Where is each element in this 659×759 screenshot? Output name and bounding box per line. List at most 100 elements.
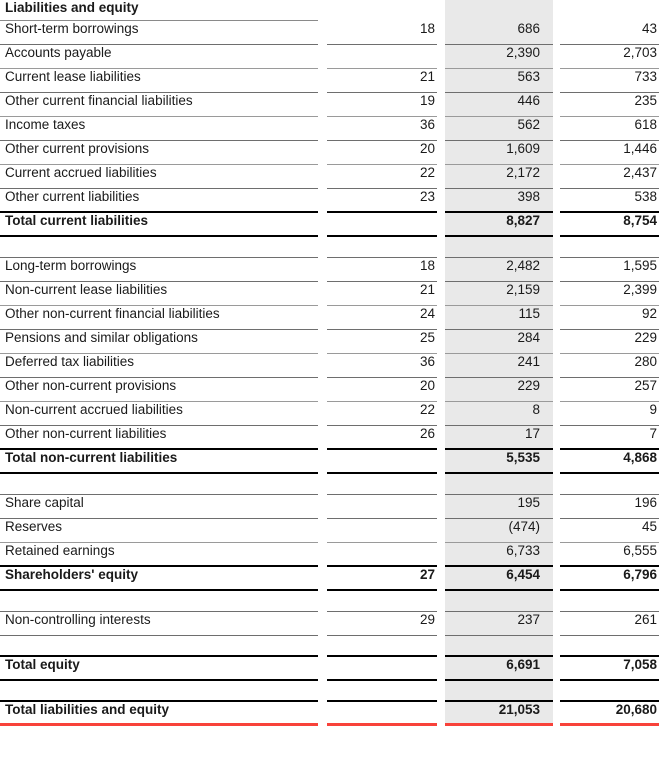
spacer-row-note <box>327 237 437 258</box>
spacer-row-previous-value <box>560 474 659 495</box>
total-row-note: 27 <box>327 567 437 591</box>
column-gap <box>318 495 327 519</box>
column-gap <box>318 282 327 306</box>
table-row-label: Other non-current provisions <box>0 378 318 402</box>
table-row-previous-value: 1,595 <box>560 258 659 282</box>
column-gap <box>437 69 445 93</box>
column-gap <box>318 237 327 258</box>
table-row-current-value-cell: 563 <box>445 69 553 93</box>
total-row-label-cell: Total current liabilities <box>0 213 318 237</box>
column-gap <box>437 237 445 258</box>
total-row-current-value: 8,827 <box>445 213 553 237</box>
column-gap <box>553 657 560 681</box>
spacer-row-note <box>327 591 437 612</box>
table-row-label-cell: Other current liabilities <box>0 189 318 213</box>
table-row-current-value: 2,390 <box>445 45 553 69</box>
table-row-label-cell: Share capital <box>0 495 318 519</box>
table-row: Reserves (474) 45 <box>0 519 659 543</box>
table-row: Other current provisions 20 1,609 1,446 <box>0 141 659 165</box>
total-row: Total non-current liabilities 5,535 4,868 <box>0 450 659 474</box>
table-row-label: Current lease liabilities <box>0 69 318 93</box>
total-row-current-value-cell: 8,827 <box>445 213 553 237</box>
spacer-row-current-value-cell <box>445 636 553 657</box>
table-row-note-cell: 22 <box>327 165 437 189</box>
column-gap <box>318 0 327 21</box>
total-row-note <box>327 450 437 474</box>
table-row-label-cell: Retained earnings <box>0 543 318 567</box>
spacer-row <box>0 681 659 702</box>
table-row-label: Non-current accrued liabilities <box>0 402 318 426</box>
table-row-label: Other non-current financial liabilities <box>0 306 318 330</box>
table-row-label: Long-term borrowings <box>0 258 318 282</box>
table-row: Deferred tax liabilities 36 241 280 <box>0 354 659 378</box>
spacer-row-label <box>0 681 318 702</box>
spacer-row-previous-value <box>560 636 659 657</box>
total-row-current-value: 6,454 <box>445 567 553 591</box>
header-previous-cell <box>560 0 659 21</box>
table-row-label-cell: Current accrued liabilities <box>0 165 318 189</box>
table-row: Current accrued liabilities 22 2,172 2,437 <box>0 165 659 189</box>
column-gap <box>318 474 327 495</box>
table-row-note-cell: 24 <box>327 306 437 330</box>
column-gap <box>318 354 327 378</box>
table-row-note: 26 <box>327 426 437 450</box>
table-row-previous-value-cell: 538 <box>560 189 659 213</box>
spacer-row-note-cell <box>327 474 437 495</box>
column-gap <box>553 282 560 306</box>
table-row-note-cell <box>327 495 437 519</box>
table-row-previous-value: 280 <box>560 354 659 378</box>
total-equity-row-label-cell: Total equity <box>0 657 318 681</box>
column-gap <box>318 450 327 474</box>
table-row-current-value: 2,482 <box>445 258 553 282</box>
total-row-previous-value-cell: 6,796 <box>560 567 659 591</box>
total-row-label: Total non-current liabilities <box>0 450 318 474</box>
total-equity-row-current-value: 6,691 <box>445 657 553 681</box>
table-row-current-value: 284 <box>445 330 553 354</box>
table-row-previous-value-cell: 92 <box>560 306 659 330</box>
balance-sheet-liabilities-table: Liabilities and equity Short-term borrowi… <box>0 0 659 759</box>
spacer-row <box>0 237 659 258</box>
table-row-note-cell <box>327 543 437 567</box>
column-gap <box>318 426 327 450</box>
total-row-previous-value: 4,868 <box>560 450 659 474</box>
column-gap <box>437 681 445 702</box>
header-note-cell <box>327 0 437 21</box>
spacer-row-current-value-cell <box>445 681 553 702</box>
table-row-current-value: 446 <box>445 93 553 117</box>
table-row-current-value: 8 <box>445 402 553 426</box>
table-row-note: 19 <box>327 93 437 117</box>
total-liabilities-and-equity-row-current-value-cell: 21,053 <box>445 702 553 726</box>
spacer-row-label-cell <box>0 636 318 657</box>
spacer-row-previous-value <box>560 681 659 702</box>
table-row-label-cell: Other non-current provisions <box>0 378 318 402</box>
table-row-note-cell: 23 <box>327 189 437 213</box>
column-gap <box>553 495 560 519</box>
table-row-label: Other current provisions <box>0 141 318 165</box>
column-gap <box>553 237 560 258</box>
table-row-current-value-cell: 229 <box>445 378 553 402</box>
total-liabilities-and-equity-row: Total liabilities and equity 21,053 20,680 <box>0 702 659 726</box>
column-gap <box>553 450 560 474</box>
column-gap <box>553 591 560 612</box>
column-gap <box>553 543 560 567</box>
total-liabilities-and-equity-row-previous-value-cell: 20,680 <box>560 702 659 726</box>
table-row-current-value-cell: 1,609 <box>445 141 553 165</box>
table-row-previous-value-cell: 6,555 <box>560 543 659 567</box>
table-row-previous-value-cell: 9 <box>560 402 659 426</box>
column-gap <box>553 612 560 636</box>
table-row-previous-value: 92 <box>560 306 659 330</box>
table-row-current-value-cell: 237 <box>445 612 553 636</box>
table-row-current-value: (474) <box>445 519 553 543</box>
section-header-row: Liabilities and equity <box>0 0 659 21</box>
column-gap <box>553 636 560 657</box>
spacer-row <box>0 591 659 612</box>
table-row-note: 22 <box>327 165 437 189</box>
table-row-note: 23 <box>327 189 437 213</box>
table-row-previous-value-cell: 2,703 <box>560 45 659 69</box>
table-row-current-value-cell: (474) <box>445 519 553 543</box>
column-gap <box>318 141 327 165</box>
table-row-note: 22 <box>327 402 437 426</box>
total-equity-row-note <box>327 657 437 681</box>
table-row: Non-current accrued liabilities 22 8 9 <box>0 402 659 426</box>
column-gap <box>318 567 327 591</box>
